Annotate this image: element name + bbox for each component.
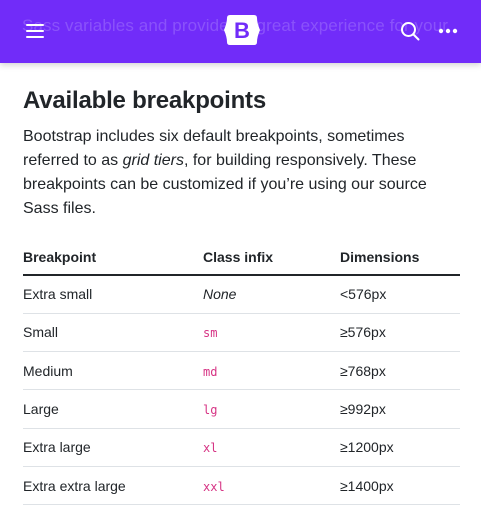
section-title: Available breakpoints: [23, 87, 266, 114]
breakpoint-name: Extra extra large: [23, 466, 203, 506]
header-dimensions: Dimensions: [340, 239, 460, 276]
intro-emphasis: grid tiers: [122, 152, 184, 169]
section-intro: Bootstrap includes six default breakpoin…: [23, 125, 460, 221]
table-row: Extra large xl ≥1200px: [23, 428, 460, 467]
more-options-button[interactable]: [433, 16, 463, 46]
breakpoint-name: Medium: [23, 351, 203, 391]
class-infix-code: sm: [203, 326, 218, 341]
breakpoint-name: Extra small: [23, 275, 203, 314]
dimensions: ≥1200px: [340, 428, 460, 467]
menu-button[interactable]: [20, 16, 50, 46]
class-infix-code: md: [203, 364, 218, 379]
search-button[interactable]: [395, 16, 425, 46]
class-infix-code: xxl: [203, 479, 225, 494]
table-row: Medium md ≥768px: [23, 351, 460, 391]
table-row: Extra small None <576px: [23, 275, 460, 314]
header-breakpoint: Breakpoint: [23, 239, 203, 276]
class-infix-code: xl: [203, 441, 218, 456]
header-class-infix: Class infix: [203, 239, 340, 276]
class-infix-cell: md: [203, 351, 340, 391]
bootstrap-logo[interactable]: B: [222, 12, 262, 48]
dimensions: ≥576px: [340, 313, 460, 353]
breakpoint-name: Large: [23, 389, 203, 429]
breakpoint-name: Extra large: [23, 428, 203, 467]
class-infix-code: lg: [203, 403, 218, 418]
table-row: Small sm ≥576px: [23, 313, 460, 353]
dimensions: <576px: [340, 275, 460, 314]
breakpoints-table: Breakpoint Class infix Dimensions Extra …: [23, 239, 460, 506]
class-infix: None: [203, 275, 340, 314]
more-dots-icon: [438, 28, 458, 34]
breakpoint-name: Small: [23, 313, 203, 353]
brand-letter: B: [234, 18, 250, 43]
top-navbar: Sass variables and provides a great expe…: [0, 0, 481, 63]
dimensions: ≥1400px: [340, 466, 460, 506]
hamburger-menu-icon: [26, 24, 44, 38]
class-infix-cell: xxl: [203, 466, 340, 506]
table-row: Large lg ≥992px: [23, 389, 460, 429]
class-infix-cell: sm: [203, 313, 340, 353]
dimensions: ≥992px: [340, 389, 460, 429]
bootstrap-logo-icon: B: [224, 15, 260, 45]
class-infix-cell: lg: [203, 389, 340, 429]
table-header-row: Breakpoint Class infix Dimensions: [23, 239, 460, 276]
dimensions: ≥768px: [340, 351, 460, 391]
class-infix-cell: xl: [203, 428, 340, 467]
table-row: Extra extra large xxl ≥1400px: [23, 466, 460, 506]
search-icon: [401, 22, 420, 41]
